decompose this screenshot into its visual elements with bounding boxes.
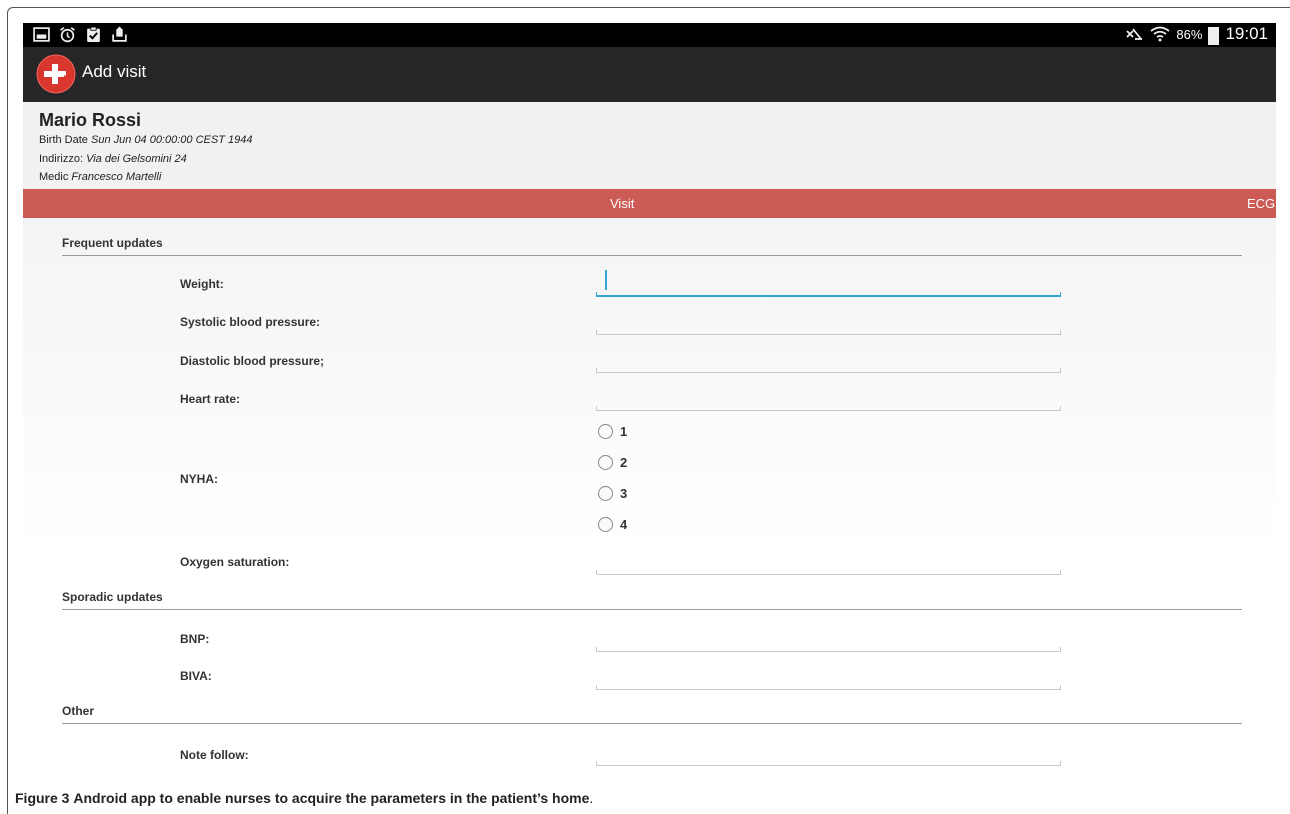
section-divider	[62, 255, 1242, 256]
nyha-radio-1[interactable]: 1	[598, 424, 627, 439]
section-frequent-updates: Frequent updates	[62, 236, 163, 250]
mute-icon	[1126, 28, 1143, 40]
wifi-icon	[1150, 26, 1170, 42]
section-sporadic-updates: Sporadic updates	[62, 590, 163, 604]
oxygen-label: Oxygen saturation:	[180, 555, 290, 569]
radio-circle[interactable]	[598, 486, 613, 501]
radio-circle[interactable]	[598, 455, 613, 470]
section-other: Other	[62, 704, 95, 718]
radio-circle[interactable]	[598, 424, 613, 439]
tab-bar	[23, 189, 1276, 218]
oxygen-input[interactable]	[596, 570, 1061, 575]
heart-rate-label: Heart rate:	[180, 392, 241, 406]
systolic-input[interactable]	[596, 330, 1061, 335]
patient-name: Mario Rossi	[39, 110, 142, 130]
clipboard-check-icon	[87, 26, 100, 42]
section-divider	[62, 723, 1242, 724]
caption-period: .	[589, 790, 594, 806]
nyha-label: NYHA:	[180, 472, 218, 486]
radio-circle[interactable]	[598, 517, 613, 532]
medic-label: Medic	[39, 171, 69, 183]
birth-date-value: Sun Jun 04 00:00:00 CEST 1944	[90, 134, 253, 146]
battery-icon	[1208, 27, 1220, 45]
address-value: Via dei Gelsomini 24	[86, 153, 187, 165]
note-follow-label: Note follow:	[180, 748, 249, 762]
battery-percent: 86%	[1176, 26, 1203, 42]
medical-cross-icon[interactable]	[36, 54, 76, 94]
caption-text: Android app to enable nurses to acquire …	[73, 790, 590, 806]
gallery-icon	[33, 27, 50, 42]
biva-label: BIVA:	[180, 669, 212, 683]
nyha-radio-2[interactable]: 2	[598, 455, 627, 470]
tab-ecg[interactable]: ECG	[1247, 196, 1275, 211]
figure-caption: Figure 3 Android app to enable nurses to…	[15, 790, 593, 806]
address-label: Indirizzo:	[39, 153, 84, 165]
figure-number: Figure 3	[15, 790, 70, 806]
birth-date-label: Birth Date	[39, 134, 88, 146]
nyha-radio-4[interactable]: 4	[598, 517, 627, 532]
note-follow-input[interactable]	[596, 761, 1061, 766]
nyha-radio-3[interactable]: 3	[598, 486, 627, 501]
weight-label: Weight:	[180, 277, 224, 291]
section-divider	[62, 609, 1242, 610]
birth-date-row: Birth Date Sun Jun 04 00:00:00 CEST 1944	[39, 134, 252, 146]
address-row: Indirizzo: Via dei Gelsomini 24	[39, 153, 187, 165]
heart-rate-input[interactable]	[596, 406, 1061, 411]
bnp-label: BNP:	[180, 632, 210, 646]
alarm-icon	[60, 26, 75, 43]
app-title: Add visit	[82, 62, 147, 81]
weight-input[interactable]	[596, 292, 1061, 297]
biva-input[interactable]	[596, 685, 1061, 690]
clock: 19:01	[1225, 24, 1268, 43]
diastolic-label: Diastolic blood pressure;	[180, 354, 325, 368]
diastolic-input[interactable]	[596, 368, 1061, 373]
bnp-input[interactable]	[596, 647, 1061, 652]
medic-value: Francesco Martelli	[71, 171, 162, 183]
upload-icon	[112, 26, 127, 42]
action-bar	[23, 47, 1276, 102]
text-cursor	[605, 270, 607, 290]
tab-visit[interactable]: Visit	[610, 196, 634, 211]
status-bar: 86% 19:01	[23, 23, 1276, 47]
medic-row: Medic Francesco Martelli	[39, 171, 161, 183]
systolic-label: Systolic blood pressure:	[180, 315, 321, 329]
